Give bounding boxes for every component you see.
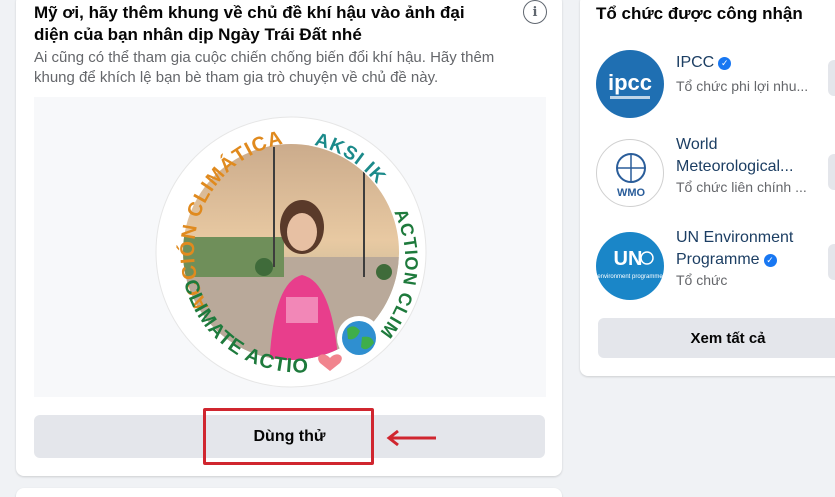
svg-text:ipcc: ipcc [608, 70, 652, 95]
promo-description: Ai cũng có thể tham gia cuộc chiến chống… [34, 49, 495, 86]
unep-logo: UN environment programme [596, 232, 664, 300]
svg-text:environment programme: environment programme [597, 274, 663, 280]
follow-button-partial[interactable] [828, 154, 835, 190]
org-name[interactable]: UN Environment Programme ✓ [676, 227, 835, 271]
recognized-orgs-card: Tổ chức được công nhận ipcc IPCC ✓ Tổ chứ… [580, 0, 835, 376]
org-subtitle: Tổ chức [676, 272, 728, 288]
next-card-edge [16, 488, 562, 497]
svg-text:WMO: WMO [617, 187, 646, 199]
climate-frame-card: Mỹ ơi, hãy thêm khung về chủ đề khí hậu … [16, 0, 562, 476]
org-subtitle: Tổ chức phi lợi nhu... [676, 78, 809, 94]
svg-text:UN: UN [614, 248, 643, 270]
verified-badge-icon: ✓ [763, 254, 777, 267]
wmo-logo: WMO [596, 139, 664, 207]
org-subtitle: Tổ chức liên chính ... [676, 179, 807, 195]
try-frame-button[interactable]: Dùng thử [34, 415, 545, 458]
org-name[interactable]: IPCC ✓ [676, 52, 835, 74]
follow-button-partial[interactable] [828, 244, 835, 280]
follow-button-partial[interactable] [828, 60, 835, 96]
frame-preview-graphic: ACCIÓN CLIMÁTICA AKSI IKLIM ACTION CLIMA… [34, 97, 427, 388]
globe-icon [337, 316, 381, 360]
promo-title: Mỹ ơi, hãy thêm khung về chủ đề khí hậu … [34, 3, 465, 44]
org-name[interactable]: World Meteorological... [676, 134, 835, 178]
see-all-button[interactable]: Xem tất cả [598, 318, 835, 358]
org-item-unep[interactable]: UN environment programme UN Environment … [596, 229, 835, 302]
ipcc-logo: ipcc [596, 50, 664, 118]
info-icon[interactable]: i [523, 0, 547, 24]
arrow-left-icon [386, 429, 436, 447]
org-item-wmo[interactable]: WMO World Meteorological... Tổ chức liên… [596, 136, 835, 209]
org-item-ipcc[interactable]: ipcc IPCC ✓ Tổ chức phi lợi nhu... [596, 50, 835, 120]
recognized-orgs-title: Tổ chức được công nhận [596, 4, 803, 23]
verified-badge-icon: ✓ [718, 57, 732, 70]
profile-frame-preview: ACCIÓN CLIMÁTICA AKSI IKLIM ACTION CLIMA… [34, 97, 546, 397]
